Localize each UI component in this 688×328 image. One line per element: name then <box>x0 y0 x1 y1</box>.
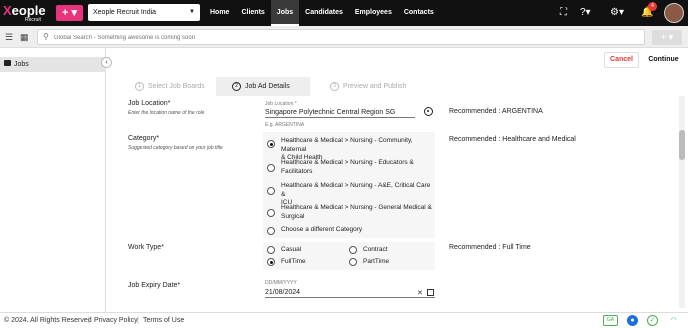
work-type-radio-fulltime[interactable] <box>267 258 275 266</box>
location-recommended: Recommended : ARGENTINA <box>449 108 543 115</box>
step-select-job-boards[interactable]: 1 Select Job Boards <box>111 77 216 96</box>
expiry-date-field[interactable]: 21/08/2024 <box>265 289 435 298</box>
app-logo[interactable]: Xeople Recruit <box>3 2 51 24</box>
step-number: 1 <box>135 82 144 91</box>
calendar-icon[interactable] <box>427 289 434 296</box>
category-option-5[interactable]: Choose a different Category <box>281 226 362 235</box>
logo-rest: eople <box>11 3 46 18</box>
expiry-label: Job Expiry Date* <box>128 282 181 289</box>
main-nav: Home Clients Jobs Candidates Employees C… <box>204 0 440 26</box>
category-radio-3[interactable] <box>267 187 275 195</box>
step-job-ad-details[interactable]: 2 Job Ad Details <box>216 77 310 96</box>
search-input[interactable] <box>54 32 634 43</box>
grid-view-icon[interactable]: ▦ <box>20 32 29 43</box>
location-hint: Enter the location name of the role <box>128 110 205 116</box>
ga-badge: GA <box>603 315 618 326</box>
category-option-line: Healthcare & Medical > Nursing - Educato… <box>281 159 414 166</box>
global-search: ⚲ <box>37 29 645 45</box>
company-select[interactable]: Xeople Recruit India ▼ <box>88 4 200 21</box>
work-type-contract[interactable]: Contract <box>363 246 388 255</box>
terms-link[interactable]: Terms of Use <box>143 317 184 324</box>
work-type-radio-casual[interactable] <box>267 246 275 254</box>
location-field[interactable]: Singapore Polytechnic Central Region SG <box>265 109 415 118</box>
avatar[interactable] <box>664 3 684 23</box>
top-navbar: Xeople Recruit + ▾ Xeople Recruit India … <box>0 0 688 26</box>
step-number: 2 <box>232 82 241 91</box>
step-number: 3 <box>330 82 339 91</box>
location-example: E.g. ARGENTINA <box>265 122 305 128</box>
sidebar: Jobs <box>0 48 106 312</box>
sidebar-item-label: Jobs <box>14 61 29 68</box>
category-option-2[interactable]: Healthcare & Medical > Nursing - Educato… <box>281 159 414 176</box>
search-bar: ☰ ▦ ⚲ + ▾ <box>0 26 688 48</box>
sidebar-item-jobs[interactable]: Jobs <box>0 57 106 72</box>
category-option-line: Healthcare & Medical > Nursing - A&E, Cr… <box>281 182 431 198</box>
category-hint: Suggested category based on your job tit… <box>128 145 223 151</box>
scrollbar[interactable] <box>679 96 685 308</box>
nav-clients[interactable]: Clients <box>235 0 270 26</box>
logo-subtext: Recruit <box>25 17 41 23</box>
check-circle-icon[interactable]: ✓ <box>647 315 658 326</box>
category-option-line: Healthcare & Medical > Nursing - Communi… <box>281 137 413 153</box>
nav-candidates[interactable]: Candidates <box>299 0 349 26</box>
category-radio-5[interactable] <box>267 227 275 235</box>
job-ad-form: Job Location* Enter the location name of… <box>111 96 675 308</box>
step-label: Select Job Boards <box>148 83 205 90</box>
category-option-line: Facilitators <box>281 167 313 175</box>
clear-icon[interactable]: ✕ <box>417 289 423 297</box>
category-label: Category* <box>128 135 160 142</box>
continue-button[interactable]: Continue <box>644 52 683 68</box>
location-label: Job Location* <box>128 100 171 107</box>
help-icon[interactable]: ?▾ <box>580 7 591 19</box>
fullscreen-icon[interactable]: ⛶ <box>560 7 567 19</box>
work-type-options: Casual Contract FullTime PartTime <box>263 242 435 270</box>
category-radio-2[interactable] <box>267 164 275 172</box>
nav-employees[interactable]: Employees <box>349 0 398 26</box>
footer-divider: | <box>88 317 90 324</box>
category-radio-1[interactable] <box>267 140 275 148</box>
collapse-sidebar-button[interactable]: ‹ <box>101 57 112 68</box>
step-label: Job Ad Details <box>245 83 290 90</box>
copyright: © 2024. All Rights Reserved <box>4 317 92 324</box>
step-preview-and-publish[interactable]: 3 Preview and Publish <box>310 77 430 96</box>
gear-icon[interactable]: ⚙▾ <box>610 7 624 19</box>
quick-add-button[interactable]: + ▾ <box>56 5 83 21</box>
work-type-label: Work Type* <box>128 244 164 251</box>
footer-divider: | <box>137 317 139 324</box>
wifi-icon: ◠ <box>668 315 679 326</box>
step-label: Preview and Publish <box>343 83 407 90</box>
company-select-value: Xeople Recruit India <box>93 9 157 16</box>
footer: © 2024. All Rights Reserved | Privacy Po… <box>0 312 688 328</box>
work-type-radio-parttime[interactable] <box>349 258 357 266</box>
scrollbar-thumb[interactable] <box>679 130 685 160</box>
work-type-parttime[interactable]: PartTime <box>363 258 389 267</box>
briefcase-icon <box>4 60 11 66</box>
location-field-label: Job Location * <box>265 101 297 107</box>
work-type-fulltime[interactable]: FullTime <box>281 258 306 267</box>
search-icon: ⚲ <box>43 32 49 41</box>
cancel-button[interactable]: Cancel <box>604 52 639 68</box>
add-button[interactable]: + ▾ <box>652 30 682 45</box>
privacy-link[interactable]: Privacy Policy <box>94 317 138 324</box>
locate-icon[interactable] <box>424 107 433 116</box>
wizard-steps: 1 Select Job Boards 2 Job Ad Details 3 P… <box>111 77 675 96</box>
nav-contacts[interactable]: Contacts <box>398 0 440 26</box>
work-type-radio-contract[interactable] <box>349 246 357 254</box>
nav-home[interactable]: Home <box>204 0 235 26</box>
chevron-down-icon: ▼ <box>189 9 195 15</box>
category-options: Healthcare & Medical > Nursing - Communi… <box>263 132 435 238</box>
expiry-format: DD/MM/YYYY <box>265 280 297 286</box>
category-radio-4[interactable] <box>267 209 275 217</box>
category-option-line: Surgical <box>281 212 305 220</box>
notification-badge: 4 <box>648 2 657 11</box>
category-recommended: Recommended : Healthcare and Medical <box>449 136 576 143</box>
logo-text: Xeople <box>3 3 46 18</box>
work-type-casual[interactable]: Casual <box>281 246 301 255</box>
category-option-line: Healthcare & Medical > Nursing - General… <box>281 204 432 211</box>
list-view-icon[interactable]: ☰ <box>5 32 13 43</box>
user-icon[interactable]: ● <box>627 315 638 326</box>
nav-jobs[interactable]: Jobs <box>270 0 300 26</box>
work-type-recommended: Recommended : Full Time <box>449 244 531 251</box>
category-option-4[interactable]: Healthcare & Medical > Nursing - General… <box>281 204 432 221</box>
